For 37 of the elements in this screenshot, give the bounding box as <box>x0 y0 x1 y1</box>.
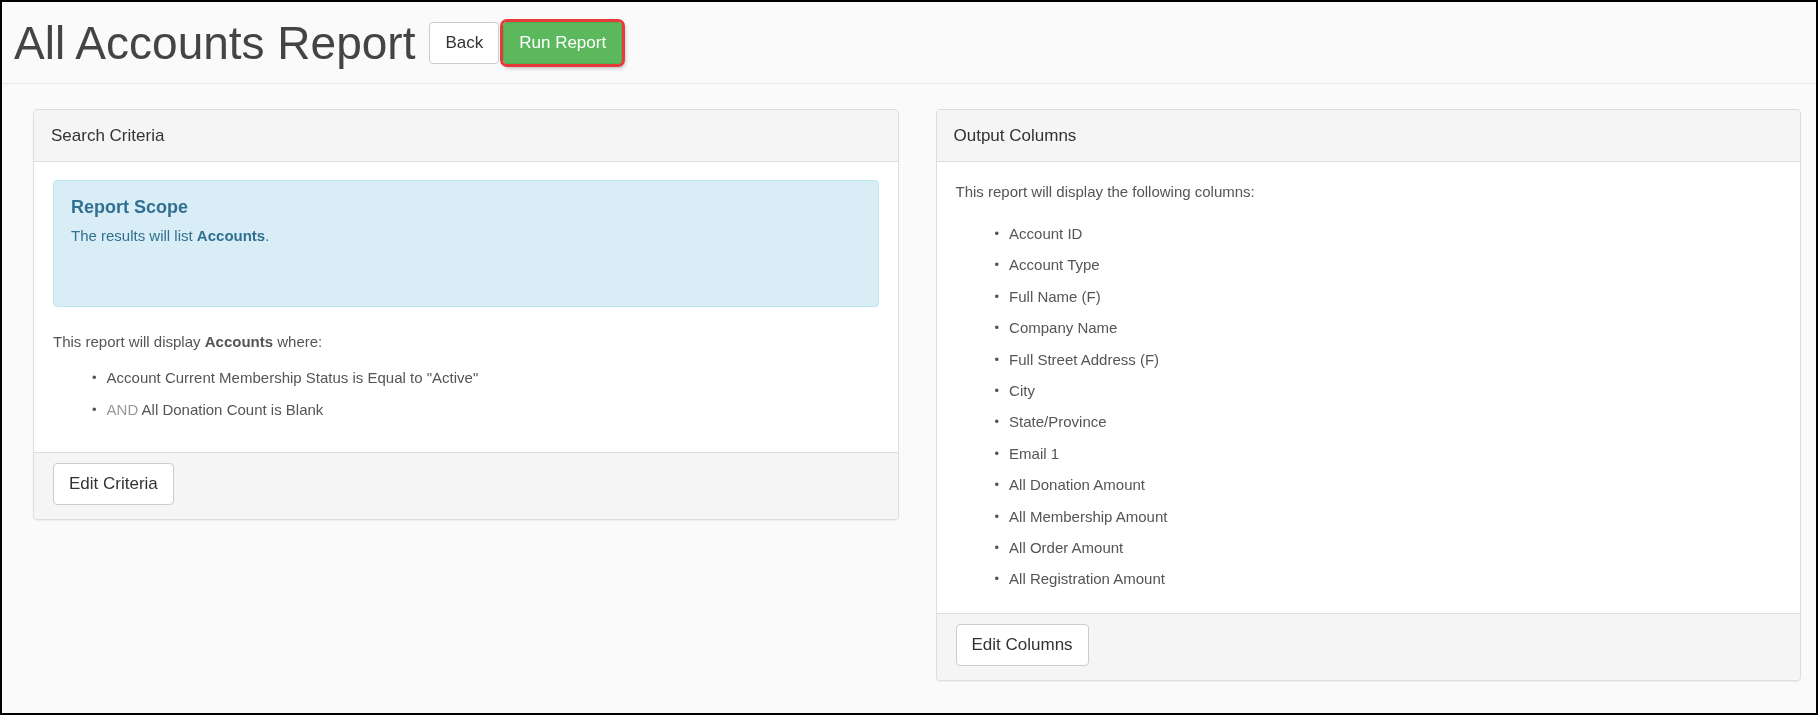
panel-heading: Output Columns <box>936 110 1800 162</box>
list-bullet: • <box>994 507 1000 526</box>
list-bullet: • <box>994 476 1000 495</box>
list-bullet: • <box>994 225 1000 243</box>
column-item: All Registration Amount <box>1009 569 1165 590</box>
column-item: Company Name <box>1009 318 1118 339</box>
column-item: City <box>1009 381 1035 402</box>
edit-criteria-button[interactable]: Edit Criteria <box>53 463 174 505</box>
edit-columns-button[interactable]: Edit Columns <box>955 623 1089 666</box>
column-item: Full Name (F) <box>1009 286 1101 307</box>
columns-intro: This report will display the following columns: <box>955 182 1256 200</box>
alert-text: The results will list Accounts. <box>71 227 271 244</box>
list-bullet: • <box>92 401 97 419</box>
panel-heading: Search Criteria <box>34 110 898 162</box>
list-bullet: • <box>994 413 1000 432</box>
column-item: Email 1 <box>1009 443 1060 464</box>
criteria-condition: AND All Donation Count is Blank <box>106 400 324 420</box>
back-button[interactable]: Back <box>429 21 500 64</box>
column-item: State/Province <box>1009 412 1107 433</box>
column-item: All Membership Amount <box>1009 506 1168 527</box>
list-bullet: • <box>994 256 1000 275</box>
column-item: Account ID <box>1009 224 1083 244</box>
column-item: All Order Amount <box>1009 538 1124 559</box>
column-item: All Donation Amount <box>1009 475 1145 496</box>
list-bullet: • <box>92 369 97 387</box>
column-item: Account Type <box>1009 255 1100 276</box>
list-bullet: • <box>994 287 1000 306</box>
column-item: Full Street Address (F) <box>1009 349 1160 370</box>
criteria-condition: Account Current Membership Status is Equal to "Active" <box>106 368 479 388</box>
criteria-intro: This report will display Accounts where: <box>53 333 324 350</box>
list-bullet: • <box>994 382 1000 401</box>
list-bullet: • <box>994 444 1000 463</box>
alert-title: Report Scope <box>71 197 190 218</box>
list-bullet: • <box>994 319 1000 338</box>
list-bullet: • <box>994 539 1000 558</box>
list-bullet: • <box>994 570 1000 589</box>
list-bullet: • <box>994 350 1000 369</box>
